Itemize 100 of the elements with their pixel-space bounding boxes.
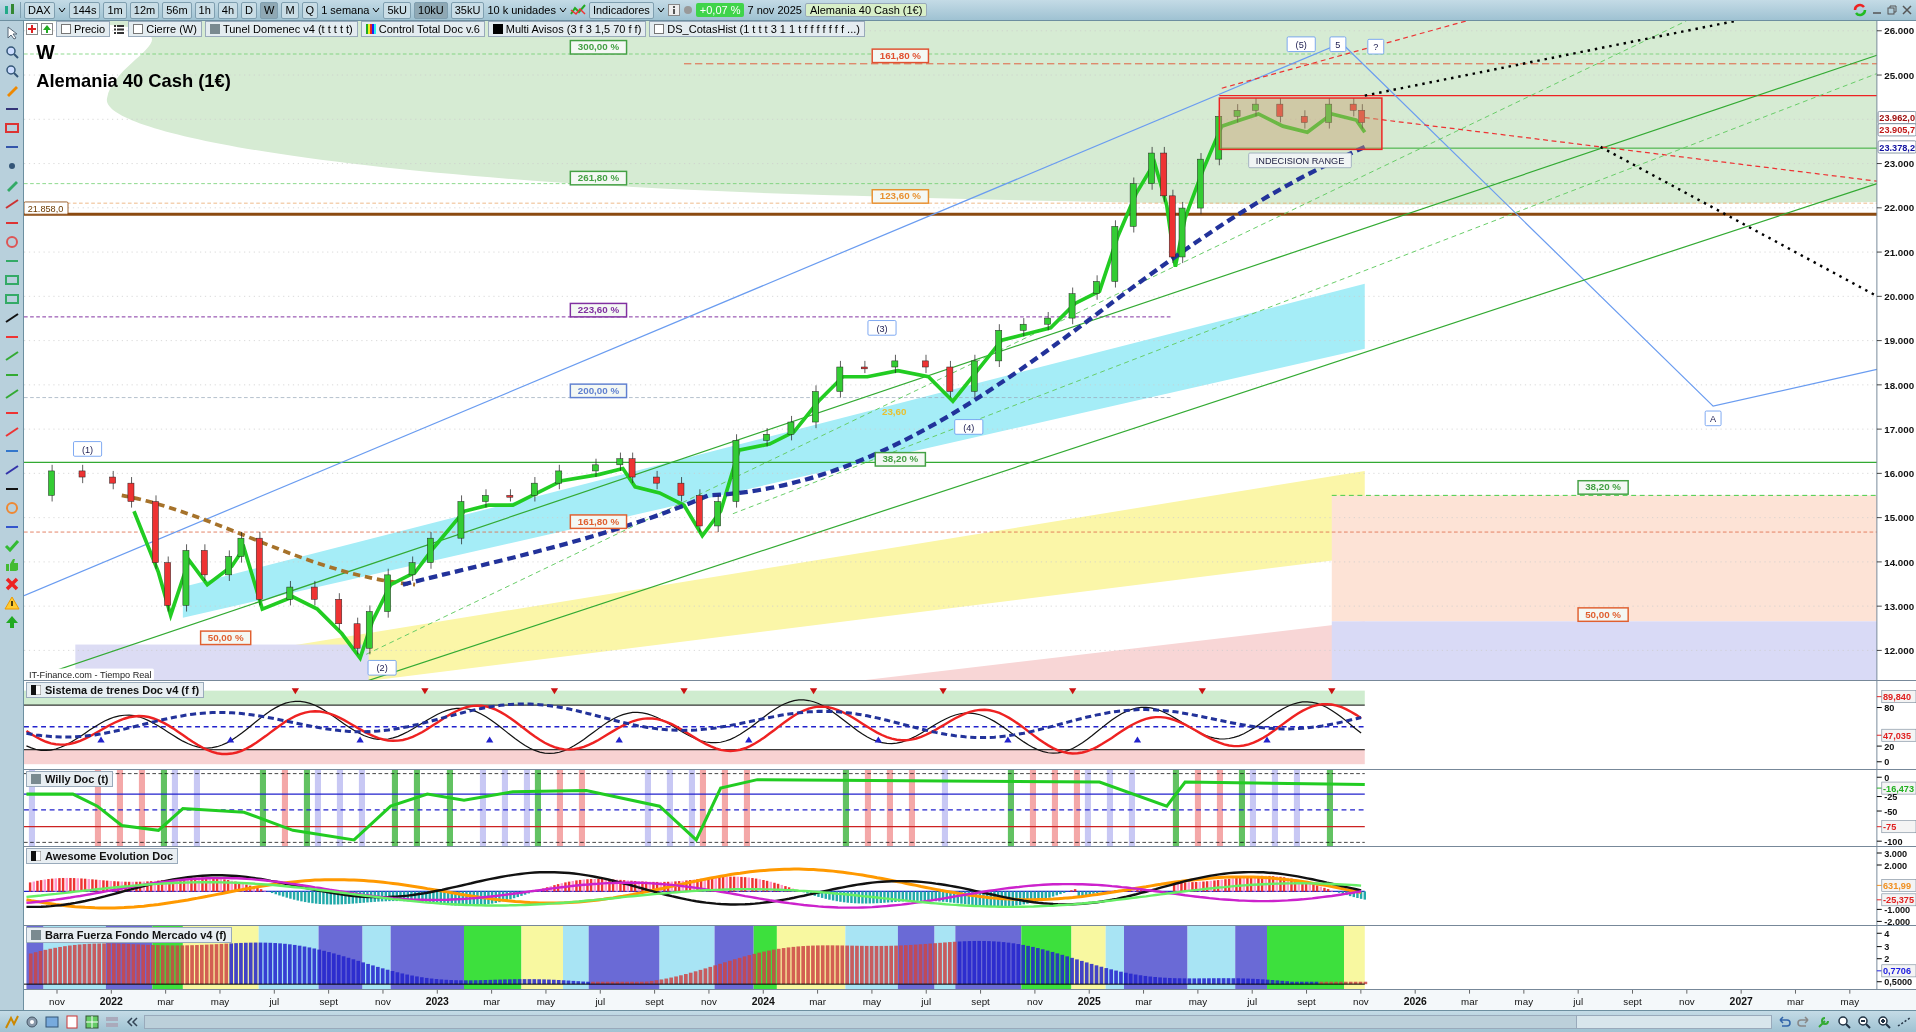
fib-level-label: 123,60 % (871, 189, 930, 204)
fib-level-label: 223,60 % (569, 302, 628, 318)
month-label: mar (1461, 995, 1478, 1007)
month-label: jul (921, 995, 932, 1007)
fib-level-label: 38,20 % (874, 451, 927, 467)
month-label: may (536, 995, 556, 1007)
price-tag: 23.378,2 (1877, 140, 1916, 154)
month-label: mar (809, 995, 826, 1007)
timeframe-button[interactable]: 1h (194, 1, 215, 19)
price-tag: 23.962,0 (1877, 111, 1916, 125)
indicator-legend-item[interactable]: Precio (56, 21, 111, 37)
month-label: mar (1787, 995, 1804, 1007)
value-tag: -16,473 (1881, 781, 1916, 795)
value-tag: -75 (1881, 820, 1916, 834)
price-tag: 23.905,7 (1877, 123, 1916, 137)
axis-label: 3.000 (1884, 848, 1908, 859)
month-label: may (862, 995, 882, 1007)
axis-label: 3 (1884, 942, 1890, 953)
month-label: jul (1573, 995, 1584, 1007)
range-label: INDECISION RANGE (1248, 152, 1352, 169)
axis-label: 0 (1884, 757, 1890, 768)
axis-label: 13.000 (1884, 600, 1915, 612)
axis-label: 15.000 (1884, 512, 1915, 524)
axis-label: 16.000 (1884, 468, 1915, 480)
year-label: 2022 (99, 995, 123, 1007)
date-label: 7 nov 2025 (747, 4, 802, 16)
month-label: sept (319, 995, 338, 1007)
fib-level-label: 23,60 (882, 405, 907, 417)
wave-label: ? (1367, 38, 1385, 55)
value-tag: 0,7706 (1881, 964, 1916, 978)
wave-label: (4) (954, 419, 984, 435)
axis-label: 20 (1884, 741, 1895, 752)
wave-label: (3) (867, 320, 897, 336)
unit-button[interactable]: 10kU (414, 1, 448, 19)
panel-title[interactable]: Sistema de trenes Doc v4 (f f) (26, 682, 205, 698)
timeframe-button[interactable]: W (260, 1, 279, 19)
chart-title: Alemania 40 Cash (1€) (36, 70, 231, 91)
month-label: nov (1353, 995, 1369, 1007)
indicator-legend-item[interactable]: Cierre (W) (128, 21, 202, 37)
indicators-button[interactable]: Indicadores (588, 1, 654, 19)
fib-level-label: 161,80 % (569, 514, 628, 530)
timeframe-button[interactable]: D (241, 1, 258, 19)
value-tag: -25,375 (1881, 893, 1916, 907)
axis-label: 80 (1884, 703, 1895, 714)
indicator-legend-item[interactable]: Control Total Doc v.6 (360, 21, 485, 37)
axis-label: -100 (1884, 836, 1903, 846)
indicator-legend-item[interactable]: Tunel Domenec v4 (t t t t t) (204, 21, 358, 37)
year-label: 2027 (1729, 995, 1753, 1007)
month-label: jul (269, 995, 280, 1007)
month-label: sept (1623, 995, 1642, 1007)
axis-label: 25.000 (1884, 69, 1915, 81)
fib-level-label: 200,00 % (569, 383, 628, 399)
instrument-badge: Alemania 40 Cash (1€) (804, 3, 928, 17)
timeframe-button[interactable]: Q (301, 1, 319, 19)
timeframe-button[interactable]: 56m (162, 1, 192, 19)
month-label: nov (49, 995, 65, 1007)
period-dropdown[interactable]: 1 semana (321, 4, 370, 16)
indicator-legend-item[interactable]: DS_CotasHist (1 t t t 3 1 1 t f f f f f f f ...) (649, 21, 865, 37)
month-label: mar (157, 995, 175, 1007)
timeframe-button[interactable]: 4h (217, 1, 239, 19)
axis-label: 2 (1884, 954, 1890, 965)
fib-level-label: 38,20 % (1577, 479, 1629, 495)
month-label: nov (375, 995, 391, 1007)
level-tag: 21.858,0 (24, 201, 69, 215)
wave-label: 5 (1329, 36, 1347, 52)
fib-level-label: 300,00 % (569, 39, 628, 55)
timeframe-button[interactable]: M (281, 1, 299, 19)
axis-label: 19.000 (1884, 335, 1915, 347)
price-change-badge: +0,07 % (695, 3, 745, 17)
timeframe-button[interactable]: 12m (129, 1, 160, 19)
month-label: may (1514, 995, 1534, 1007)
axis-label: -50 (1884, 806, 1898, 817)
symbol-dropdown[interactable]: DAX (24, 1, 55, 19)
wave-label: (1) (73, 441, 103, 457)
value-tag: 89,840 (1881, 690, 1916, 703)
value-tag: 631,99 (1881, 879, 1916, 892)
axis-label: 23.000 (1884, 158, 1915, 170)
month-label: may (210, 995, 230, 1007)
panel-title[interactable]: Awesome Evolution Doc (26, 848, 179, 864)
indicator-legend-item[interactable]: Multi Avisos (3 f 3 1,5 70 f f) (487, 21, 647, 37)
units-dropdown[interactable]: 10 k unidades (487, 4, 556, 16)
axis-label: 17.000 (1884, 423, 1915, 435)
unit-button[interactable]: 5kU (383, 1, 412, 19)
axis-label: 4 (1884, 928, 1890, 939)
timeframe-button[interactable]: 1m (103, 1, 127, 19)
unit-button[interactable]: 35kU (450, 1, 485, 19)
year-label: 2024 (751, 995, 775, 1007)
timeframe-button[interactable]: 144s (68, 1, 101, 19)
panel-title[interactable]: Willy Doc (t) (26, 771, 114, 787)
panel-title[interactable]: Barra Fuerza Fondo Mercado v4 (f) (26, 927, 232, 943)
axis-label: 0,5000 (1884, 977, 1913, 988)
fib-level-label: 50,00 % (1577, 607, 1629, 623)
axis-label: 12.000 (1884, 645, 1915, 657)
wave-label: (2) (367, 660, 397, 676)
axis-label: 14.000 (1884, 556, 1915, 568)
axis-label: 26.000 (1884, 25, 1915, 37)
value-tag: 47,035 (1881, 728, 1916, 742)
month-label: jul (1247, 995, 1258, 1007)
month-label: nov (701, 995, 717, 1007)
axis-label: 20.000 (1884, 291, 1915, 302)
